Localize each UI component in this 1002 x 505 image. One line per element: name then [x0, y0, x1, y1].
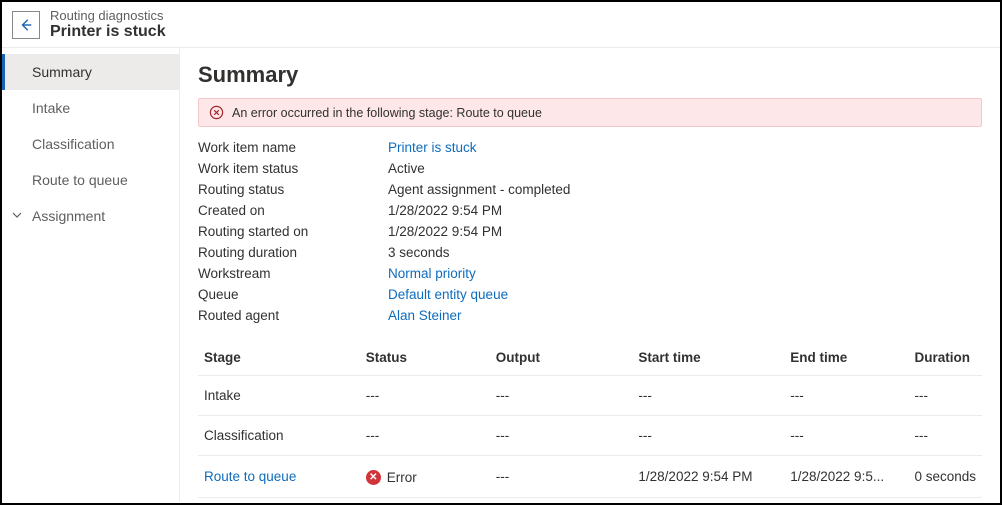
table-header-row: Stage Status Output Start time End time … — [198, 340, 982, 376]
cell-start: --- — [632, 416, 784, 456]
value-queue[interactable]: Default entity queue — [388, 287, 508, 302]
cell-start: 1/28/2022 9:54 PM — [632, 456, 784, 498]
label-created-on: Created on — [198, 203, 388, 218]
sidebar-item-summary[interactable]: Summary — [2, 54, 179, 90]
alert-text: An error occurred in the following stage… — [232, 106, 542, 120]
sidebar: Summary Intake Classification Route to q… — [2, 48, 180, 501]
cell-end: --- — [784, 376, 908, 416]
stage-table: Stage Status Output Start time End time … — [198, 340, 982, 501]
th-stage[interactable]: Stage — [198, 340, 360, 376]
label-routed-agent: Routed agent — [198, 308, 388, 323]
cell-duration: --- — [908, 416, 982, 456]
value-work-item-name[interactable]: Printer is stuck — [388, 140, 477, 155]
summary-details: Work item namePrinter is stuck Work item… — [198, 137, 982, 326]
th-status[interactable]: Status — [360, 340, 490, 376]
label-workstream: Workstream — [198, 266, 388, 281]
error-alert: An error occurred in the following stage… — [198, 98, 982, 127]
error-icon — [209, 105, 224, 120]
cell-stage: Classification — [198, 416, 360, 456]
status-text: Error — [387, 470, 417, 485]
value-created-on: 1/28/2022 9:54 PM — [388, 203, 502, 218]
value-routed-agent[interactable]: Alan Steiner — [388, 308, 462, 323]
cell-output: --- — [490, 376, 633, 416]
breadcrumb: Routing diagnostics — [50, 8, 166, 23]
table-row: Route to queue ✕ Error ---1/28/2022 9:54 PM… — [198, 456, 982, 498]
cell-stage: Assignment — [198, 498, 360, 502]
value-routing-status: Agent assignment - completed — [388, 182, 570, 197]
main-heading: Summary — [198, 62, 982, 88]
sidebar-item-assignment[interactable]: Assignment — [2, 198, 179, 234]
table-row: Assignment✓Completeduser 41/28/2022 9:55… — [198, 498, 982, 502]
cell-end: 1/28/2022 9:5... — [784, 456, 908, 498]
value-work-item-status: Active — [388, 161, 425, 176]
cell-start: 1/28/2022 9:55 PM — [632, 498, 784, 502]
label-work-item-name: Work item name — [198, 140, 388, 155]
sidebar-item-classification[interactable]: Classification — [2, 126, 179, 162]
sidebar-item-label: Assignment — [32, 208, 105, 224]
cell-output: --- — [490, 456, 633, 498]
th-output[interactable]: Output — [490, 340, 633, 376]
th-end[interactable]: End time — [784, 340, 908, 376]
back-arrow-icon — [19, 18, 33, 32]
sidebar-item-route-to-queue[interactable]: Route to queue — [2, 162, 179, 198]
cell-duration: --- — [908, 376, 982, 416]
back-button[interactable] — [12, 11, 40, 39]
cell-duration: 0 seconds — [908, 498, 982, 502]
sidebar-item-intake[interactable]: Intake — [2, 90, 179, 126]
cell-start: --- — [632, 376, 784, 416]
main-content: Summary An error occurred in the followi… — [180, 48, 1000, 501]
status-text: --- — [366, 388, 380, 403]
value-routing-started-on: 1/28/2022 9:54 PM — [388, 224, 502, 239]
value-workstream[interactable]: Normal priority — [388, 266, 476, 281]
cell-duration: 0 seconds — [908, 456, 982, 498]
cell-status: --- — [360, 376, 490, 416]
table-row: Classification--------------- — [198, 416, 982, 456]
status-text: --- — [366, 428, 380, 443]
chevron-down-icon — [12, 209, 22, 223]
label-routing-duration: Routing duration — [198, 245, 388, 260]
value-routing-duration: 3 seconds — [388, 245, 450, 260]
label-routing-status: Routing status — [198, 182, 388, 197]
cell-status: --- — [360, 416, 490, 456]
th-duration[interactable]: Duration — [908, 340, 982, 376]
cell-end: --- — [784, 416, 908, 456]
stage-link[interactable]: Route to queue — [204, 469, 296, 484]
label-work-item-status: Work item status — [198, 161, 388, 176]
cell-stage: Route to queue — [198, 456, 360, 498]
cell-output: --- — [490, 416, 633, 456]
cell-status: ✓Completed — [360, 498, 490, 502]
page-header: Routing diagnostics Printer is stuck — [2, 2, 1000, 48]
cell-output: user 4 — [490, 498, 633, 502]
page-title: Printer is stuck — [50, 23, 166, 41]
cell-status: ✕ Error — [360, 456, 490, 498]
table-row: Intake--------------- — [198, 376, 982, 416]
error-status-icon: ✕ — [366, 470, 381, 485]
cell-stage: Intake — [198, 376, 360, 416]
th-start[interactable]: Start time — [632, 340, 784, 376]
label-routing-started-on: Routing started on — [198, 224, 388, 239]
cell-end: 1/28/2022 9:5... — [784, 498, 908, 502]
label-queue: Queue — [198, 287, 388, 302]
